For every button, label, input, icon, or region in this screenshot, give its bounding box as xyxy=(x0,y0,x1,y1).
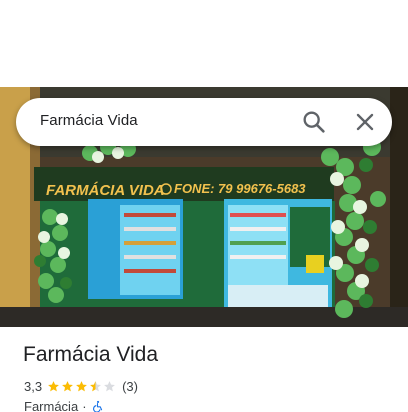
sign-name: FARMÁCIA VIDA xyxy=(46,182,165,199)
review-count[interactable]: (3) xyxy=(122,379,138,394)
search-input[interactable]: Farmácia Vida xyxy=(40,112,138,129)
rating-value: 3,3 xyxy=(24,378,43,394)
rating-stars xyxy=(47,380,117,393)
search-bar[interactable]: Farmácia Vida xyxy=(16,98,392,146)
star-icon xyxy=(76,380,87,391)
star-half-icon xyxy=(90,380,101,391)
star-icon xyxy=(62,380,73,391)
close-icon[interactable] xyxy=(351,108,379,136)
sign-phone: FONE: 79 99676-5683 xyxy=(174,181,306,196)
category-row: Farmácia · xyxy=(24,398,104,412)
star-empty-icon xyxy=(104,380,115,391)
separator-dot: · xyxy=(82,398,87,412)
wheelchair-icon xyxy=(92,400,102,412)
search-icon[interactable] xyxy=(300,108,328,136)
star-icon xyxy=(48,380,59,391)
top-blank-area xyxy=(0,0,408,87)
place-title: Farmácia Vida xyxy=(23,343,159,366)
place-category: Farmácia xyxy=(24,398,79,412)
rating-row[interactable]: 3,3 (3) xyxy=(24,378,138,394)
